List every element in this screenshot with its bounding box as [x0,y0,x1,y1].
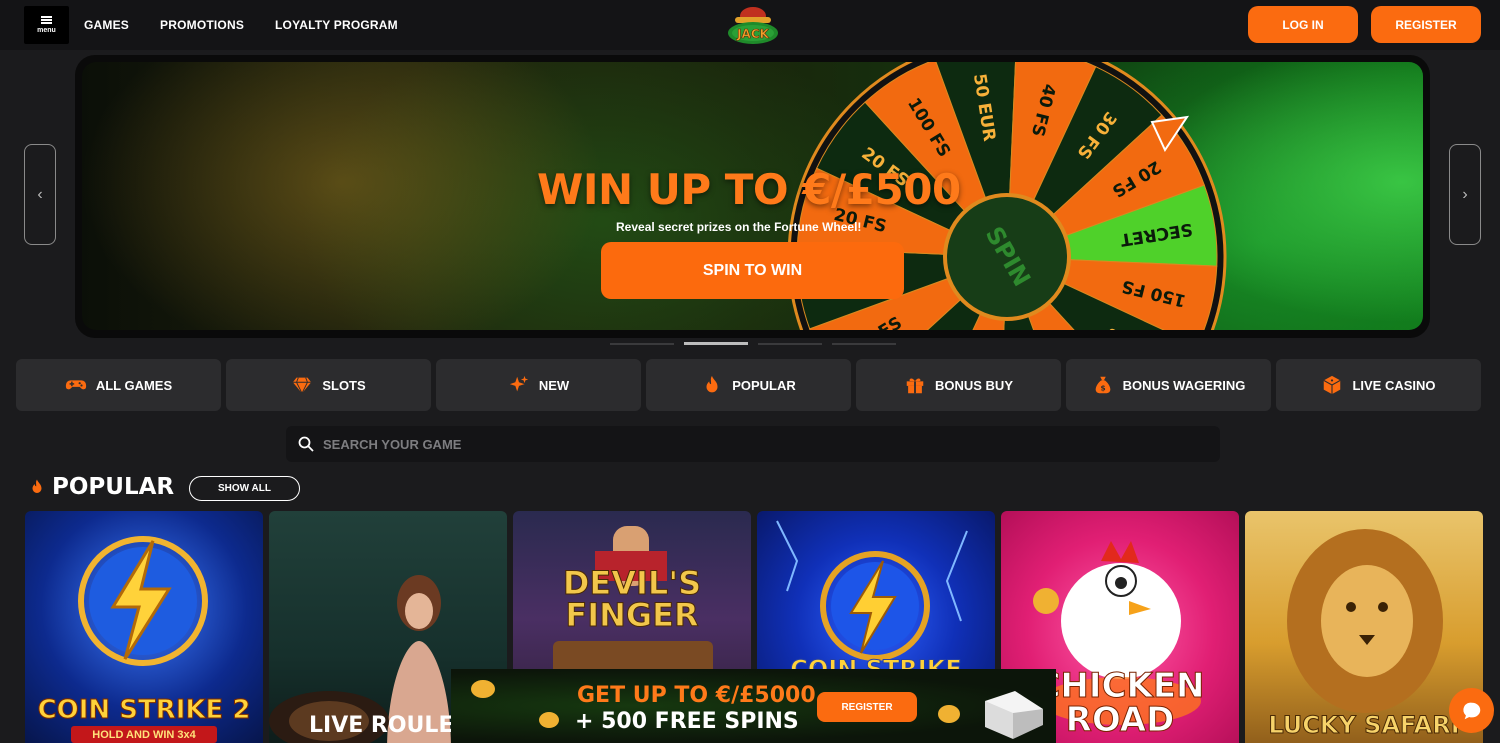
register-button[interactable]: REGISTER [1371,6,1481,43]
game-card[interactable]: LUCKY SAFARI [1245,511,1483,743]
diamond-icon [293,377,312,395]
section-heading: POPULAR [52,474,175,500]
hero-banner: 20 FS 100 FS 50 EUR 40 FS 30 FS 20 FS SECRET 15… [82,62,1423,330]
category-label: NEW [538,377,570,393]
search-input[interactable] [323,436,1123,452]
svg-text:JACK: JACK [736,27,770,41]
gamepad-icon [65,380,86,390]
nav-games[interactable]: GAMES [84,18,129,32]
popular-section-title: POPULAR [28,474,174,500]
search-icon [298,436,314,452]
promo-headline: GET UP TO €/£5000 [577,683,816,708]
dice-icon [1323,375,1341,395]
money-bag-icon: $ [1095,376,1110,394]
menu-button[interactable]: menu [24,6,69,44]
flame-icon [32,479,42,493]
hamburger-icon [41,16,52,24]
promo-subline: + 500 FREE SPINS [575,709,799,734]
site-logo[interactable]: JACK [725,3,781,47]
carousel-dot[interactable] [758,342,822,345]
main-nav: GAMES PROMOTIONS LOYALTY PROGRAM [84,0,398,50]
carousel-dots [610,342,896,345]
game-search [286,426,1220,462]
hero-title: WIN UP TO €/£500 [537,165,961,214]
category-label: POPULAR [732,377,796,393]
category-label: LIVE CASINO [1352,377,1436,393]
category-all-games[interactable]: ALL GAMES [16,359,221,411]
category-bonus-wagering[interactable]: $ BONUS WAGERING [1066,359,1271,411]
category-bonus-buy[interactable]: BONUS BUY [856,359,1061,411]
chat-button[interactable] [1449,688,1494,733]
category-live-casino[interactable]: LIVE CASINO [1276,359,1481,411]
category-label: ALL GAMES [95,377,173,393]
spin-to-win-button[interactable]: SPIN TO WIN [601,242,904,299]
top-header: menu GAMES PROMOTIONS LOYALTY PROGRAM JA… [0,0,1500,50]
game-title: COIN STRIKE 2 [37,695,251,725]
carousel-dot[interactable] [832,342,896,345]
category-label: BONUS WAGERING [1122,377,1246,393]
category-new[interactable]: NEW [436,359,641,411]
category-label: BONUS BUY [934,377,1013,393]
sparkle-icon [509,375,528,392]
category-popular[interactable]: POPULAR [646,359,851,411]
category-label: SLOTS [322,377,366,393]
category-slots[interactable]: SLOTS [226,359,431,411]
carousel-dot-active[interactable] [684,342,748,345]
lion-illustration [1287,529,1443,713]
svg-text:$: $ [1100,384,1105,393]
show-all-button[interactable]: SHOW ALL [189,476,300,501]
carousel-prev-button[interactable]: ‹ [24,144,56,245]
promo-register-button[interactable]: REGISTER [817,692,917,722]
carousel-next-button[interactable]: › [1449,144,1481,245]
game-title: DEVIL'S FINGER [562,564,702,634]
nav-loyalty-program[interactable]: LOYALTY PROGRAM [275,18,398,32]
nav-promotions[interactable]: PROMOTIONS [160,18,244,32]
category-bar: ALL GAMES SLOTS NEW POPULAR BONUS BUY $ … [16,359,1481,411]
game-subtitle: HOLD AND WIN 3x4 [71,726,217,743]
menu-label: menu [37,27,56,34]
chevron-right-icon: › [1462,185,1468,203]
chevron-left-icon: ‹ [37,185,43,203]
game-card[interactable]: COIN STRIKE 2 HOLD AND WIN 3x4 [25,511,263,743]
chat-bubble-icon [1462,702,1480,719]
login-button[interactable]: LOG IN [1248,6,1358,43]
gift-icon [906,378,924,394]
carousel-dot[interactable] [610,342,674,345]
game-title: LUCKY SAFARI [1268,711,1460,739]
register-promo-banner: GET UP TO €/£5000 + 500 FREE SPINS REGIS… [451,669,1056,743]
flame-icon [706,375,718,393]
hero-subtitle: Reveal secret prizes on the Fortune Whee… [616,220,862,234]
